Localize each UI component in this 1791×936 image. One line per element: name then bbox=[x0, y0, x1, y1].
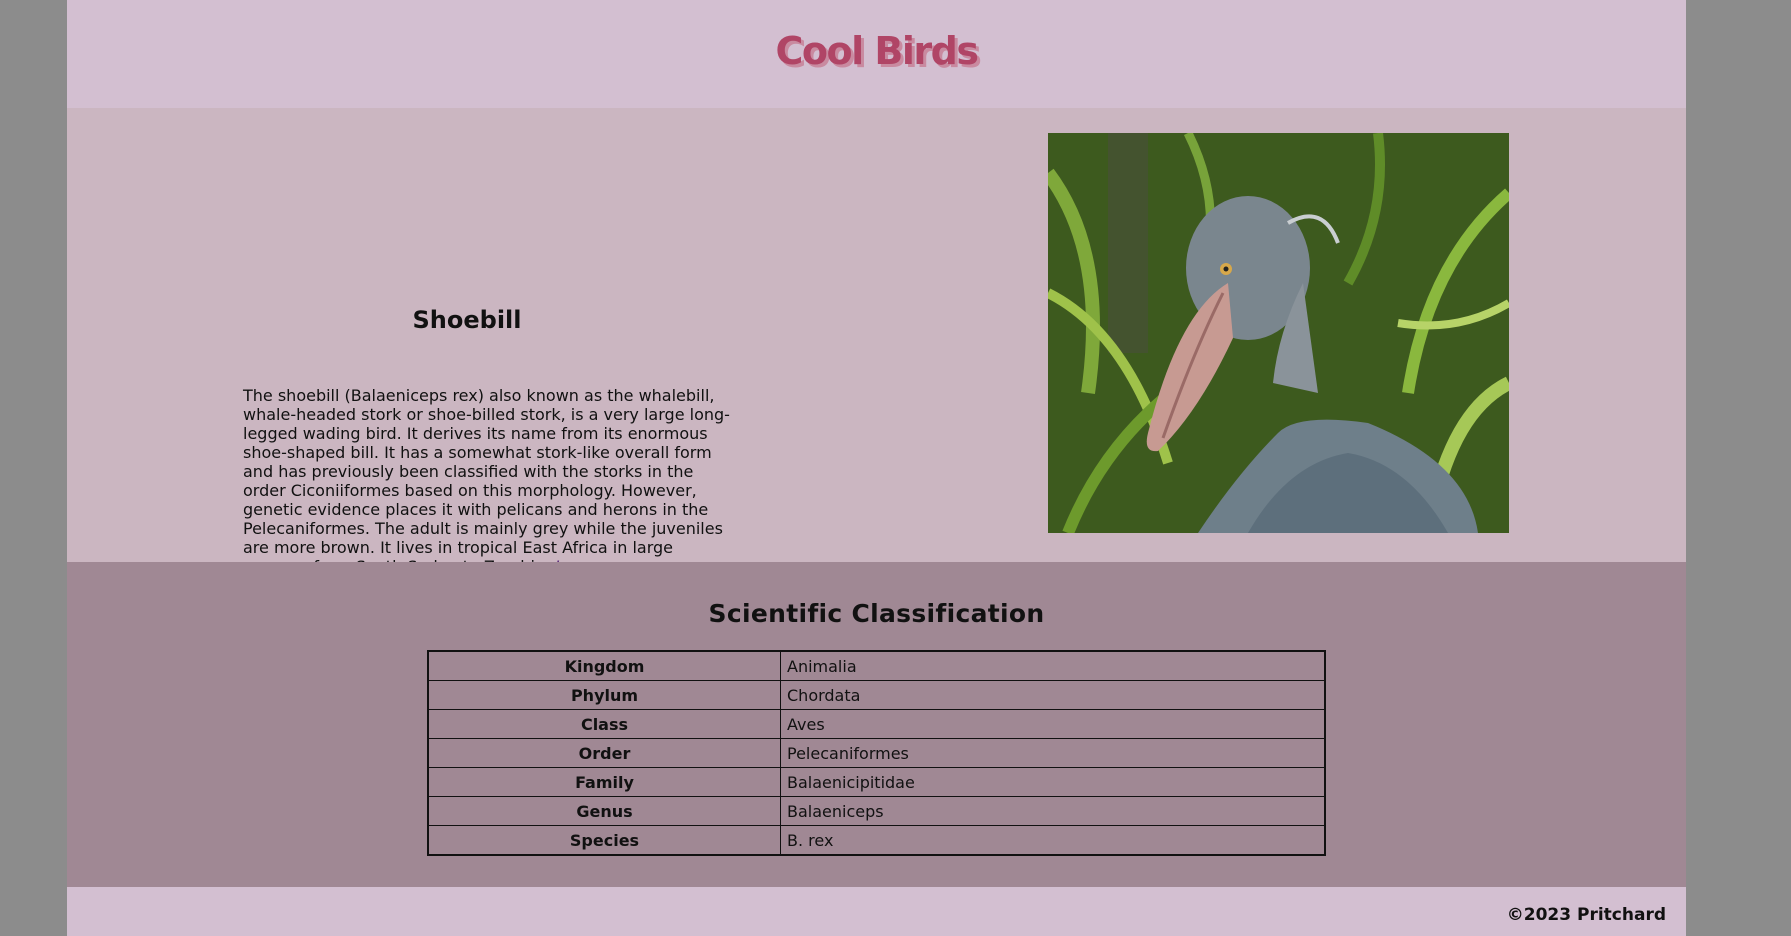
bird-name: Shoebill bbox=[412, 306, 522, 334]
table-row: Family Balaenicipitidae bbox=[427, 767, 1326, 797]
rank-label: Phylum bbox=[427, 680, 781, 710]
classification-section: Scientific Classification Kingdom Animali… bbox=[67, 562, 1686, 887]
bird-intro: Shoebill The shoebill (Balaeniceps rex) … bbox=[67, 108, 1686, 576]
rank-value: B. rex bbox=[780, 825, 1326, 856]
table-row: Genus Balaeniceps bbox=[427, 796, 1326, 826]
rank-label: Species bbox=[427, 825, 781, 856]
table-row: Order Pelecaniformes bbox=[427, 738, 1326, 768]
rank-value: Animalia bbox=[780, 650, 1326, 681]
rank-label: Order bbox=[427, 738, 781, 768]
rank-value: Pelecaniformes bbox=[780, 738, 1326, 768]
page: Cool Birds Shoebill The shoebill (Balaen… bbox=[67, 0, 1686, 936]
classification-table: Kingdom Animalia Phylum Chordata Class Aves… bbox=[427, 650, 1326, 856]
rank-value: Balaeniceps bbox=[780, 796, 1326, 826]
rank-value: Balaenicipitidae bbox=[780, 767, 1326, 797]
rank-value: Aves bbox=[780, 709, 1326, 739]
site-footer: ©2023 Pritchard bbox=[67, 887, 1686, 936]
description-text: The shoebill (Balaeniceps rex) also know… bbox=[243, 386, 730, 576]
copyright-text: ©2023 Pritchard bbox=[1506, 905, 1666, 925]
table-row: Class Aves bbox=[427, 709, 1326, 739]
rank-label: Genus bbox=[427, 796, 781, 826]
table-row: Species B. rex bbox=[427, 825, 1326, 856]
bird-description: The shoebill (Balaeniceps rex) also know… bbox=[243, 386, 738, 576]
site-title: Cool Birds bbox=[775, 29, 979, 73]
classification-title: Scientific Classification bbox=[708, 599, 1045, 628]
rank-value: Chordata bbox=[780, 680, 1326, 710]
shoebill-photo bbox=[1048, 133, 1509, 533]
shoebill-illustration bbox=[1048, 133, 1509, 533]
table-row: Phylum Chordata bbox=[427, 680, 1326, 710]
rank-label: Kingdom bbox=[427, 650, 781, 681]
table-row: Kingdom Animalia bbox=[427, 650, 1326, 681]
rank-label: Class bbox=[427, 709, 781, 739]
site-header: Cool Birds bbox=[67, 0, 1686, 108]
rank-label: Family bbox=[427, 767, 781, 797]
